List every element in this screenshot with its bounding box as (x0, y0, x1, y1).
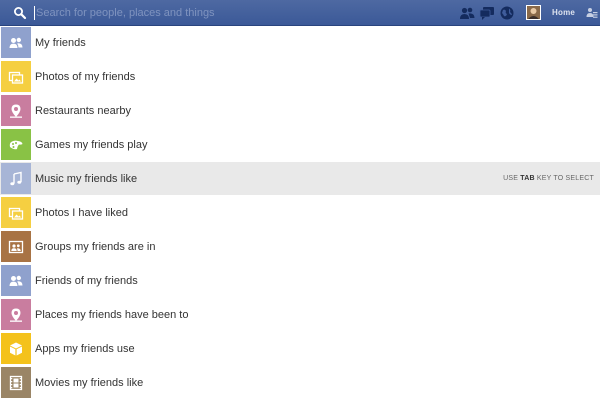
place-pin-icon (1, 95, 31, 126)
place-pin-icon (1, 299, 31, 330)
friends-icon (1, 265, 31, 296)
photos-icon (1, 197, 31, 228)
suggestion-games-my-friends-play[interactable]: Games my friends play (0, 128, 600, 162)
suggestion-my-friends[interactable]: My friends (0, 26, 600, 60)
film-icon (1, 367, 31, 398)
suggestion-photos-of-my-friends[interactable]: Photos of my friends (0, 60, 600, 94)
friends-icon (1, 27, 31, 58)
music-note-icon (1, 163, 31, 194)
messages-icon[interactable] (479, 5, 495, 21)
search-icon[interactable] (13, 6, 27, 20)
game-controller-icon (1, 129, 31, 160)
suggestion-photos-i-have-liked[interactable]: Photos I have liked (0, 196, 600, 230)
photos-icon (1, 61, 31, 92)
search-input[interactable] (36, 4, 416, 22)
suggestion-label: Restaurants nearby (35, 105, 131, 117)
tab-select-hint: USE TAB KEY TO SELECT (503, 175, 594, 182)
suggestion-restaurants-nearby[interactable]: Restaurants nearby (0, 94, 600, 128)
friend-requests-icon[interactable] (459, 5, 475, 21)
home-link[interactable]: Home (552, 8, 575, 17)
suggestion-apps-my-friends-use[interactable]: Apps my friends use (0, 332, 600, 366)
profile-avatar[interactable] (526, 5, 541, 20)
suggestion-label: Friends of my friends (35, 275, 138, 287)
suggestion-label: My friends (35, 37, 86, 49)
settings-icon[interactable] (586, 6, 598, 20)
notifications-globe-icon[interactable] (499, 5, 515, 21)
suggestion-places-my-friends-have-been-to[interactable]: Places my friends have been to (0, 298, 600, 332)
search-suggestions-list: My friends Photos of my friends Restaura… (0, 26, 600, 400)
suggestion-friends-of-my-friends[interactable]: Friends of my friends (0, 264, 600, 298)
suggestion-label: Photos I have liked (35, 207, 128, 219)
suggestion-label: Places my friends have been to (35, 309, 189, 321)
tab-key-label: TAB (520, 175, 535, 182)
suggestion-label: Photos of my friends (35, 71, 136, 83)
suggestion-music-my-friends-like[interactable]: Music my friends like USE TAB KEY TO SEL… (0, 162, 600, 196)
suggestion-label: Apps my friends use (35, 343, 135, 355)
suggestion-label: Movies my friends like (35, 377, 144, 389)
groups-icon (1, 231, 31, 262)
top-bar: Home (0, 0, 600, 26)
suggestion-groups-my-friends-are-in[interactable]: Groups my friends are in (0, 230, 600, 264)
suggestion-label: Games my friends play (35, 139, 148, 151)
text-cursor (34, 6, 35, 20)
app-cube-icon (1, 333, 31, 364)
suggestion-label: Music my friends like (35, 173, 138, 185)
suggestion-movies-my-friends-like[interactable]: Movies my friends like (0, 366, 600, 400)
suggestion-label: Groups my friends are in (35, 241, 156, 253)
